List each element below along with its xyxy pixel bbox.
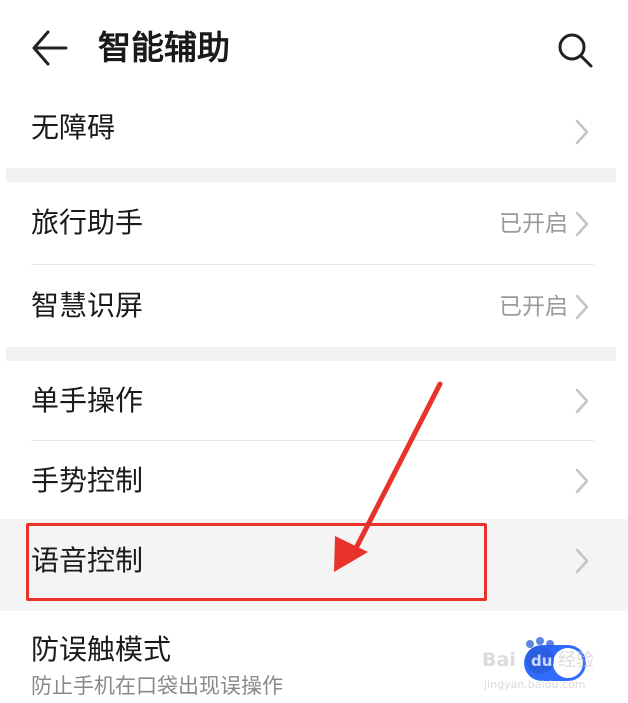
app-header: 智能辅助	[0, 0, 628, 96]
chevron-right-icon	[575, 211, 589, 237]
settings-row-travel-assistant[interactable]: 旅行助手 已开启	[0, 182, 628, 264]
section-gap	[6, 168, 616, 182]
settings-row-voice-control[interactable]: 语音控制	[0, 519, 628, 611]
row-label: 智慧识屏	[31, 289, 144, 322]
chevron-right-icon	[575, 548, 589, 574]
row-status: 已开启	[499, 211, 568, 237]
settings-screen: 智能辅助 无障碍 旅行助手 已开启 智慧识屏 已开启 单手操作 手势控制 语音控…	[0, 0, 628, 703]
page-title: 智能辅助	[98, 28, 230, 67]
settings-row-gesture-control[interactable]: 手势控制	[0, 441, 628, 519]
settings-row-accessibility[interactable]: 无障碍	[0, 96, 628, 168]
arrow-left-icon	[32, 30, 68, 66]
chevron-right-icon	[575, 119, 589, 145]
back-button[interactable]	[26, 26, 70, 70]
row-label: 防误触模式	[31, 633, 172, 666]
settings-row-smart-screen[interactable]: 智慧识屏 已开启	[0, 265, 628, 347]
row-status: 已开启	[499, 294, 568, 320]
anti-mistouch-toggle[interactable]	[524, 645, 586, 681]
row-description: 防止手机在口袋出现误操作	[31, 674, 283, 698]
row-label: 无障碍	[31, 111, 116, 144]
row-label: 旅行助手	[31, 206, 144, 239]
settings-row-one-hand-mode[interactable]: 单手操作	[0, 361, 628, 440]
row-label: 语音控制	[31, 544, 144, 577]
toggle-knob	[553, 648, 583, 678]
row-label: 手势控制	[31, 464, 144, 497]
row-label: 单手操作	[31, 384, 144, 417]
search-button[interactable]	[553, 28, 597, 72]
chevron-right-icon	[575, 388, 589, 414]
section-gap	[6, 347, 616, 361]
search-icon	[558, 33, 593, 68]
chevron-right-icon	[575, 294, 589, 320]
chevron-right-icon	[575, 468, 589, 494]
